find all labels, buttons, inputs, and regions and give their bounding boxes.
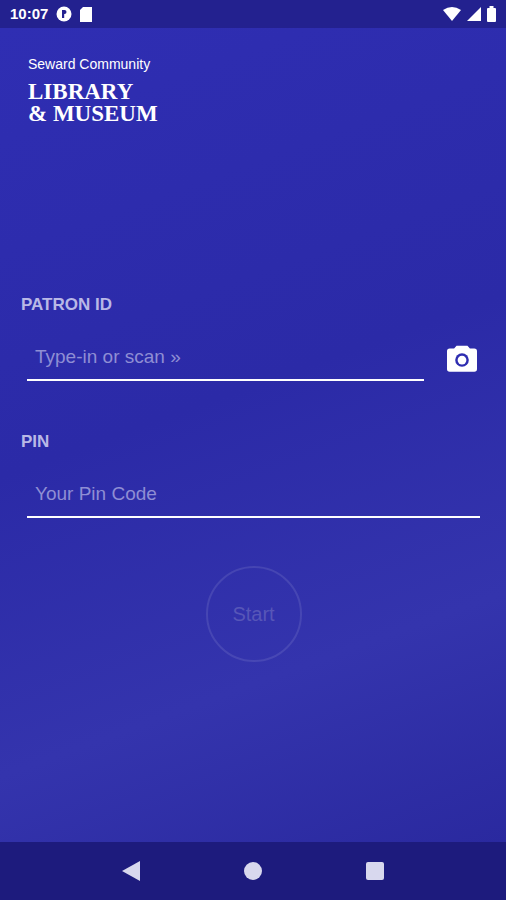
start-button[interactable]: Start	[206, 566, 302, 662]
signal-icon	[467, 7, 481, 21]
notification-icon	[56, 6, 72, 22]
status-time: 10:07	[10, 5, 48, 23]
pin-input[interactable]	[27, 472, 480, 518]
field-row	[27, 472, 480, 518]
login-screen: 10:07 Seward Community LIBRARY& MUSEUM PATR…	[0, 0, 506, 900]
start-wrap: Start	[27, 566, 480, 662]
back-icon	[122, 861, 140, 881]
form-field: PIN	[27, 432, 480, 518]
library-logo: Seward Community LIBRARY& MUSEUM	[27, 55, 480, 125]
patron-id-input[interactable]	[27, 335, 424, 381]
field-label: PIN	[21, 432, 480, 452]
navigation-bar	[0, 842, 506, 900]
logo-text: Seward Community	[28, 55, 480, 73]
recents-icon	[366, 862, 384, 880]
scan-button[interactable]	[444, 340, 480, 376]
field-row	[27, 335, 480, 381]
login-panel: Seward Community LIBRARY& MUSEUM PATRON ID…	[0, 28, 506, 842]
sd-card-icon	[80, 7, 92, 22]
status-bar: 10:07	[0, 0, 506, 28]
field-label: PATRON ID	[21, 295, 480, 315]
home-icon	[244, 862, 262, 880]
form-field: PATRON ID	[27, 295, 480, 381]
logo-text: & MUSEUM	[28, 103, 480, 125]
wifi-icon	[443, 7, 461, 21]
recents-button[interactable]	[355, 851, 395, 891]
logo-text: LIBRARY	[28, 81, 480, 103]
back-button[interactable]	[111, 851, 151, 891]
battery-icon	[487, 6, 496, 22]
login-form: PATRON ID PIN Start	[27, 295, 480, 662]
home-button[interactable]	[233, 851, 273, 891]
camera-icon	[445, 343, 479, 373]
